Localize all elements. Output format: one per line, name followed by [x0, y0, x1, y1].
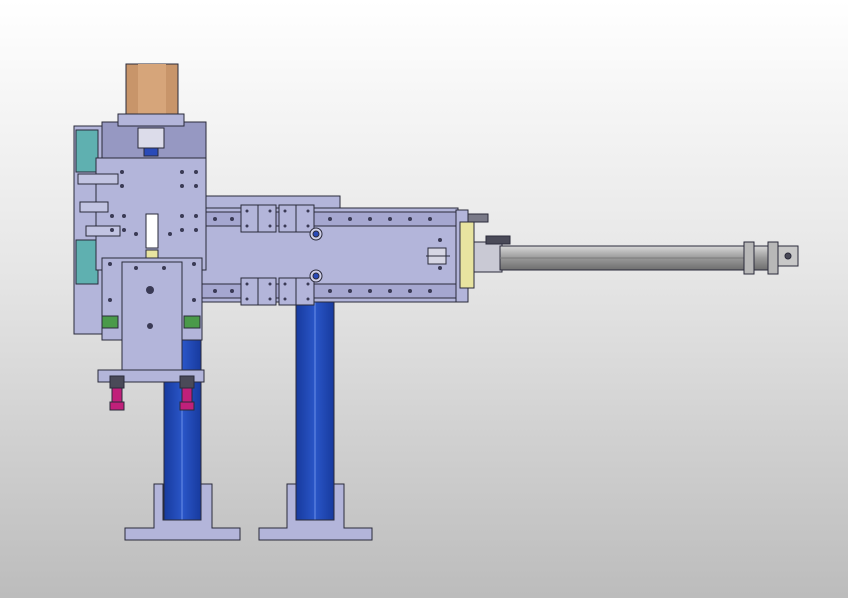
assembly-drawing — [73, 63, 799, 541]
horizontal-slide-beam — [199, 195, 459, 303]
cad-viewport[interactable] — [0, 0, 848, 598]
right-support-column — [258, 299, 373, 541]
cylinder-icon — [473, 235, 799, 275]
